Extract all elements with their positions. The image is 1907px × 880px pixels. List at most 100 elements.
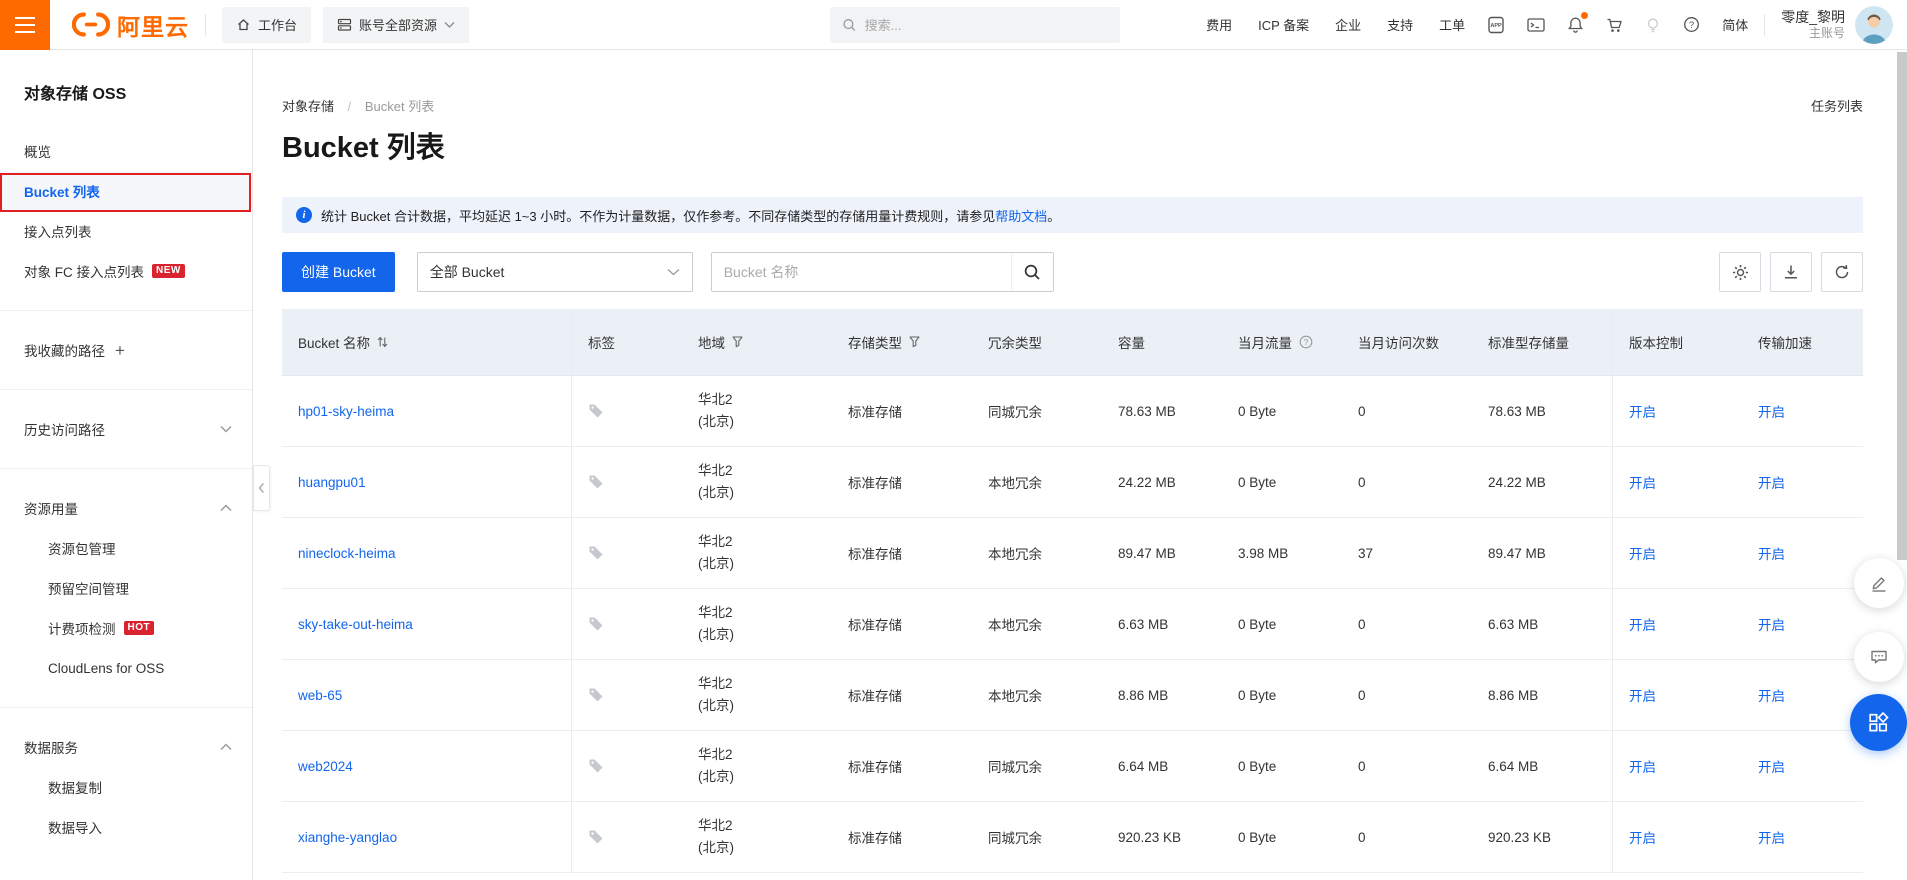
bucket-name-link[interactable]: hp01-sky-heima xyxy=(298,404,394,419)
nav-item-icp[interactable]: ICP 备案 xyxy=(1258,15,1309,34)
versioning-link[interactable]: 开启 xyxy=(1629,401,1656,421)
acceleration-link[interactable]: 开启 xyxy=(1758,756,1785,776)
acceleration-link[interactable]: 开启 xyxy=(1758,401,1785,421)
global-search-input[interactable] xyxy=(864,17,1108,33)
bell-icon[interactable] xyxy=(1567,12,1589,33)
chat-button[interactable] xyxy=(1854,632,1904,682)
region-cell: 华北2 (北京) xyxy=(682,660,832,730)
acceleration-link[interactable]: 开启 xyxy=(1758,827,1785,847)
user-info[interactable]: 零度_黎明 主账号 xyxy=(1781,8,1845,42)
refresh-button[interactable] xyxy=(1821,252,1863,292)
bulb-icon[interactable] xyxy=(1645,17,1661,33)
tag-cell xyxy=(572,447,682,517)
sidebar-item-history[interactable]: 历史访问路径 xyxy=(0,409,252,449)
sidebar-item-favorites[interactable]: 我收藏的路径 + xyxy=(0,330,252,370)
sidebar-item-bucket-list[interactable]: Bucket 列表 xyxy=(0,171,252,212)
versioning-link[interactable]: 开启 xyxy=(1629,685,1656,705)
bucket-name-link[interactable]: sky-take-out-heima xyxy=(298,617,413,632)
bucket-name-cell: nineclock-heima xyxy=(282,518,572,588)
filter-icon[interactable] xyxy=(732,336,743,348)
bucket-filter-select[interactable]: 全部 Bucket xyxy=(416,252,693,292)
sidebar-collapse-handle[interactable] xyxy=(253,465,270,511)
global-search[interactable] xyxy=(830,7,1120,43)
bucket-name-link[interactable]: web-65 xyxy=(298,688,342,703)
versioning-cell: 开启 xyxy=(1612,589,1742,659)
sidebar-item-data-import[interactable]: 数据导入 xyxy=(0,807,252,847)
tag-cell xyxy=(572,376,682,446)
nav-item-enterprise[interactable]: 企业 xyxy=(1335,15,1361,34)
plus-icon[interactable]: + xyxy=(115,342,125,359)
sidebar-item-fc-access-points[interactable]: 对象 FC 接入点列表 NEW xyxy=(0,251,252,291)
acceleration-link[interactable]: 开启 xyxy=(1758,472,1785,492)
sort-icon[interactable] xyxy=(377,336,388,348)
breadcrumb-separator: / xyxy=(347,99,352,114)
app-center-button[interactable] xyxy=(1850,694,1907,751)
download-button[interactable] xyxy=(1770,252,1812,292)
sidebar-item-billing-check[interactable]: 计费项检测 HOT xyxy=(0,608,252,648)
nav-item-billing[interactable]: 费用 xyxy=(1206,15,1232,34)
monthly-traffic-cell: 3.98 MB xyxy=(1238,545,1289,561)
sidebar-item-cloudlens[interactable]: CloudLens for OSS xyxy=(0,648,252,688)
acceleration-link[interactable]: 开启 xyxy=(1758,543,1785,563)
versioning-cell: 开启 xyxy=(1612,731,1742,801)
breadcrumb: 对象存储 / Bucket 列表 任务列表 xyxy=(282,96,1863,115)
monthly-visits-cell: 0 xyxy=(1358,474,1366,490)
sidebar-item-data-replication[interactable]: 数据复制 xyxy=(0,767,252,807)
capacity-cell: 24.22 MB xyxy=(1118,474,1176,490)
nav-item-tickets[interactable]: 工单 xyxy=(1439,15,1465,34)
aliyun-logo-icon xyxy=(72,12,110,37)
aliyun-logo[interactable]: 阿里云 xyxy=(72,8,189,42)
sidebar-item-access-points[interactable]: 接入点列表 xyxy=(0,211,252,251)
bucket-search-input[interactable] xyxy=(711,253,1011,291)
versioning-link[interactable]: 开启 xyxy=(1629,543,1656,563)
task-list-link[interactable]: 任务列表 xyxy=(1811,96,1863,115)
search-button[interactable] xyxy=(1010,253,1053,291)
chat-icon xyxy=(1871,650,1887,664)
avatar[interactable] xyxy=(1855,5,1893,44)
filter-icon[interactable] xyxy=(909,336,920,348)
language-switch[interactable]: 简体 xyxy=(1722,15,1748,34)
breadcrumb-root[interactable]: 对象存储 xyxy=(282,99,334,114)
sidebar-item-reserved-capacity[interactable]: 预留空间管理 xyxy=(0,568,252,608)
app-icon[interactable]: APP xyxy=(1487,16,1505,34)
tag-icon xyxy=(589,546,603,560)
bucket-name-link[interactable]: web2024 xyxy=(298,759,353,774)
table-row: huangpu01 华北2 (北京) 标准存储 本地冗余 24.22 MB 0 … xyxy=(282,447,1863,518)
download-icon xyxy=(1785,265,1797,279)
versioning-link[interactable]: 开启 xyxy=(1629,756,1656,776)
storage-class-cell: 标准存储 xyxy=(848,831,902,846)
region-cell: 华北2 (北京) xyxy=(682,589,832,659)
sidebar-group-data-service[interactable]: 数据服务 xyxy=(0,727,252,767)
cart-icon[interactable] xyxy=(1606,17,1623,33)
hamburger-menu[interactable] xyxy=(0,0,50,50)
scrollbar[interactable] xyxy=(1897,52,1907,560)
create-bucket-button[interactable]: 创建 Bucket xyxy=(282,252,395,292)
question-icon[interactable]: ? xyxy=(1299,335,1313,349)
sidebar-item-overview[interactable]: 概览 xyxy=(0,131,252,171)
bucket-name-link[interactable]: nineclock-heima xyxy=(298,546,396,561)
versioning-cell: 开启 xyxy=(1612,802,1742,872)
bucket-name-link[interactable]: xianghe-yanglao xyxy=(298,830,397,845)
sidebar-group-resource-usage[interactable]: 资源用量 xyxy=(0,488,252,528)
acceleration-link[interactable]: 开启 xyxy=(1758,685,1785,705)
sidebar-item-resource-packages[interactable]: 资源包管理 xyxy=(0,528,252,568)
resources-dropdown[interactable]: 账号全部资源 xyxy=(323,6,470,43)
redundancy-cell: 本地冗余 xyxy=(988,476,1042,491)
acceleration-link[interactable]: 开启 xyxy=(1758,614,1785,634)
redundancy-cell: 本地冗余 xyxy=(988,618,1042,633)
region-line-2: (北京) xyxy=(698,840,734,855)
versioning-link[interactable]: 开启 xyxy=(1629,827,1656,847)
help-icon[interactable]: ? xyxy=(1683,16,1700,33)
terminal-icon[interactable] xyxy=(1527,17,1545,33)
bucket-table: Bucket 名称 标签 地域 存储类型 冗余类型 容量 当月流量 ? 当月访问… xyxy=(282,309,1863,873)
versioning-link[interactable]: 开启 xyxy=(1629,472,1656,492)
bucket-name-link[interactable]: huangpu01 xyxy=(298,475,366,490)
nav-item-support[interactable]: 支持 xyxy=(1387,15,1413,34)
feedback-pencil-button[interactable] xyxy=(1854,558,1904,608)
versioning-link[interactable]: 开启 xyxy=(1629,614,1656,634)
tag-icon xyxy=(589,688,603,702)
settings-button[interactable] xyxy=(1719,252,1761,292)
region-line-1: 华北2 xyxy=(698,463,733,478)
help-doc-link[interactable]: 帮助文档 xyxy=(995,206,1047,225)
workbench-button[interactable]: 工作台 xyxy=(222,6,312,43)
